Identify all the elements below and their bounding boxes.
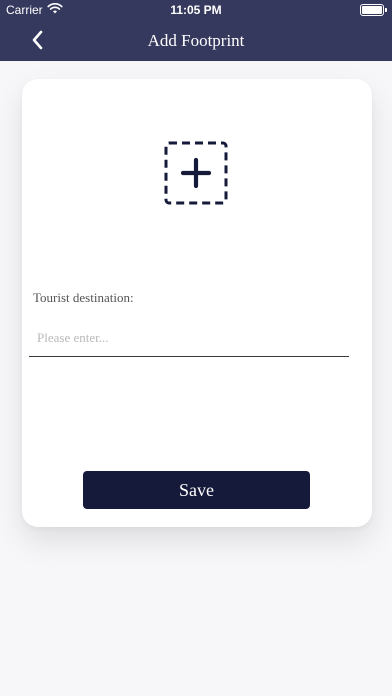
nav-bar: Add Footprint <box>0 20 392 61</box>
status-time: 11:05 PM <box>170 3 222 17</box>
header: Carrier 11:05 PM Add Footprint <box>0 0 392 61</box>
destination-label: Tourist destination: <box>33 290 134 305</box>
battery-level <box>362 6 382 14</box>
footprint-form-card: Tourist destination: Save <box>22 79 372 527</box>
destination-input[interactable] <box>29 319 349 357</box>
add-photo-button[interactable] <box>164 141 228 205</box>
battery-icon <box>360 4 387 16</box>
add-image-icon <box>164 141 228 205</box>
save-button[interactable]: Save <box>83 471 310 509</box>
status-bar: Carrier 11:05 PM <box>0 0 392 20</box>
page-title: Add Footprint <box>147 31 245 50</box>
